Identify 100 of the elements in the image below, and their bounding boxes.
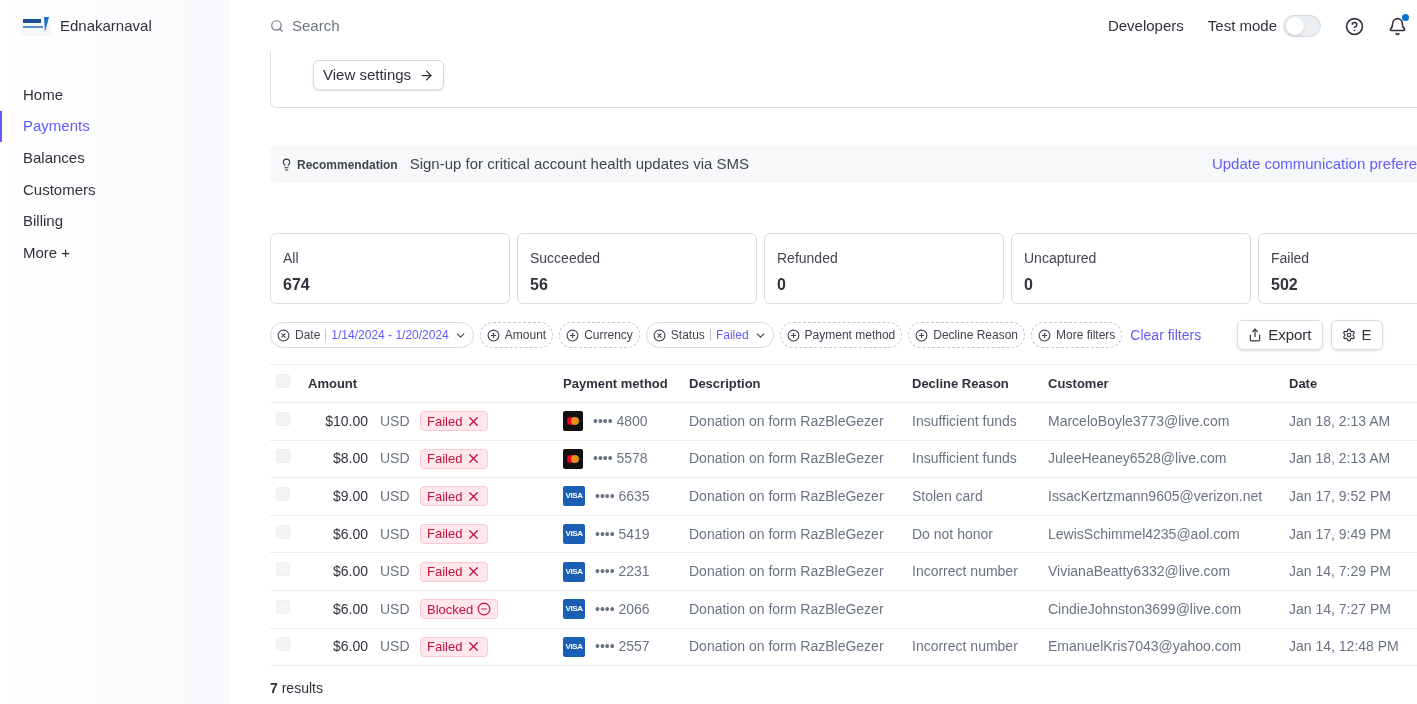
amount-cell-text: $6.00 bbox=[331, 637, 368, 657]
status-filter-card[interactable]: Failed 502 bbox=[1258, 233, 1417, 304]
card-logo: VISA bbox=[563, 524, 585, 545]
card-logo: VISA bbox=[563, 599, 585, 620]
description-cell: Donation on form RazBleGezer bbox=[689, 552, 912, 591]
description-cell: Donation on form RazBleGezer bbox=[689, 515, 912, 553]
date-cell: Jan 14, 7:27 PM bbox=[1289, 590, 1417, 629]
card-number: •••• 5419 bbox=[595, 524, 650, 544]
customer-cell: IssacKertzmann9605@verizon.net bbox=[1048, 477, 1289, 516]
card-number: •••• 2066 bbox=[595, 599, 650, 619]
customer-cell: MarceloBoyle3773@live.com bbox=[1048, 402, 1289, 441]
status-badge: Failed bbox=[420, 636, 489, 657]
sidebar-item[interactable]: Balances bbox=[0, 142, 230, 175]
clear-filters-link[interactable]: Clear filters bbox=[1130, 324, 1202, 346]
description-cell: Donation on form RazBleGezer bbox=[689, 440, 912, 478]
card-number: •••• 2557 bbox=[595, 637, 650, 657]
arrow-right-icon bbox=[419, 67, 435, 83]
currency-cell-text: USD bbox=[380, 599, 411, 619]
export-icon bbox=[1248, 328, 1263, 342]
results-count: 7 results bbox=[270, 679, 324, 699]
remove-filter-icon bbox=[652, 328, 666, 342]
date-cell: Jan 17, 9:52 PM bbox=[1289, 477, 1417, 516]
amount-cell-text: $6.00 bbox=[331, 562, 368, 582]
amount-cell-text: $9.00 bbox=[331, 487, 368, 506]
card-logo: VISA bbox=[563, 486, 585, 507]
status-badge: Failed bbox=[420, 561, 489, 582]
card-logo-icon bbox=[563, 411, 583, 432]
gear-icon bbox=[1341, 328, 1356, 342]
sidebar-item[interactable]: More + bbox=[0, 237, 230, 270]
column-header: Date bbox=[1289, 364, 1417, 403]
column-header: Customer bbox=[1048, 364, 1289, 403]
column-header: Payment method bbox=[563, 364, 689, 403]
update-preferences-link[interactable]: Update communication prefere bbox=[1211, 153, 1417, 176]
status-badge: Failed bbox=[420, 524, 489, 545]
currency-cell-text: USD bbox=[380, 524, 411, 544]
description-cell: Donation on form RazBleGezer bbox=[689, 590, 912, 629]
status-badge: Failed bbox=[420, 486, 489, 507]
customer-cell: CindieJohnston3699@live.com bbox=[1048, 590, 1289, 629]
customer-cell: JuleeHeaney6528@live.com bbox=[1048, 440, 1289, 478]
currency-cell-text: USD bbox=[380, 487, 411, 506]
sidebar-item[interactable]: Customers bbox=[0, 174, 230, 206]
date-cell: Jan 17, 9:49 PM bbox=[1289, 515, 1417, 553]
date-cell: Jan 14, 12:48 PM bbox=[1289, 628, 1417, 666]
status-badge: Blocked bbox=[420, 599, 499, 620]
sidebar-item[interactable]: Billing bbox=[0, 205, 230, 238]
sidebar-item[interactable]: Home bbox=[0, 79, 230, 111]
column-header: Amount bbox=[298, 364, 563, 403]
status-badge: Failed bbox=[420, 448, 489, 469]
amount-cell-text: $10.00 bbox=[324, 411, 368, 431]
brand-name: Ednakarnaval bbox=[60, 15, 152, 36]
decline-reason-cell: Stolen card bbox=[912, 488, 983, 504]
card-logo-icon bbox=[563, 448, 583, 469]
search-icon bbox=[270, 19, 284, 33]
help-icon[interactable] bbox=[1345, 16, 1364, 36]
plus-circle-icon bbox=[486, 328, 500, 342]
plus-circle-icon bbox=[786, 328, 800, 342]
currency-cell-text: USD bbox=[380, 411, 411, 431]
card-logo: VISA bbox=[563, 636, 585, 657]
card-logo: VISA bbox=[563, 561, 585, 582]
export-button[interactable]: Export bbox=[1237, 320, 1323, 350]
customer-cell: LewisSchimmel4235@aol.com bbox=[1048, 515, 1289, 553]
decline-reason-cell: Incorrect number bbox=[912, 563, 1018, 580]
card-number: •••• 6635 bbox=[595, 487, 650, 506]
amount-cell-text: $6.00 bbox=[331, 599, 368, 619]
status-filter-card[interactable]: Succeeded 56 bbox=[517, 233, 757, 304]
amount-cell-text: $8.00 bbox=[331, 449, 368, 469]
minus-circle-icon bbox=[477, 602, 492, 617]
date-cell: Jan 18, 2:13 AM bbox=[1289, 440, 1417, 478]
notifications-button[interactable] bbox=[1388, 16, 1407, 36]
column-header: Decline Reason bbox=[912, 364, 1048, 403]
decline-reason-cell: Insufficient funds bbox=[912, 450, 1017, 467]
status-filter-card[interactable]: Refunded 0 bbox=[764, 233, 1004, 304]
card-number: •••• 4800 bbox=[593, 411, 648, 431]
description-cell: Donation on form RazBleGezer bbox=[689, 477, 912, 516]
plus-circle-icon bbox=[915, 328, 929, 342]
status-filter-card[interactable]: Uncaptured 0 bbox=[1011, 233, 1251, 304]
date-cell: Jan 18, 2:13 AM bbox=[1289, 402, 1417, 441]
test-mode-switch[interactable] bbox=[1283, 15, 1321, 37]
plus-circle-icon bbox=[566, 328, 580, 342]
status-badge: Failed bbox=[420, 411, 489, 432]
recommendation-text: Sign-up for critical account health updates via SMS bbox=[409, 154, 750, 175]
status-filter-card[interactable]: All 674 bbox=[270, 233, 510, 304]
decline-reason-cell: Do not honor bbox=[912, 525, 993, 542]
view-settings-button[interactable]: View settings bbox=[313, 60, 445, 90]
customer-cell: EmanuelKris7043@yahoo.com bbox=[1048, 628, 1289, 666]
brand-logo-icon bbox=[20, 14, 52, 38]
test-mode-label: Test mode bbox=[1207, 15, 1277, 36]
edit-button[interactable]: E bbox=[1330, 320, 1383, 350]
column-header: Description bbox=[689, 364, 912, 403]
lightbulb-icon bbox=[280, 158, 293, 171]
description-cell: Donation on form RazBleGezer bbox=[689, 402, 912, 441]
decline-reason-cell: Insufficient funds bbox=[912, 412, 1017, 429]
currency-cell-text: USD bbox=[380, 449, 411, 469]
sidebar-item[interactable]: Payments bbox=[0, 110, 230, 143]
recommendation-tag: Recommendation bbox=[297, 155, 398, 174]
remove-filter-icon bbox=[277, 328, 290, 342]
amount-cell-text: $6.00 bbox=[331, 524, 368, 544]
currency-cell-text: USD bbox=[380, 562, 411, 582]
search-field[interactable]: Search bbox=[270, 14, 670, 38]
developers-link[interactable]: Developers bbox=[1107, 14, 1184, 38]
